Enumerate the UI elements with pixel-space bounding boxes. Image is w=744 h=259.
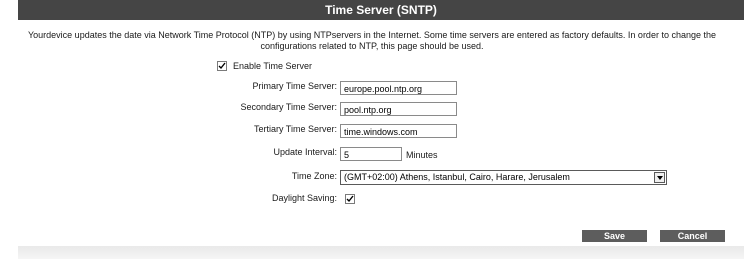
cancel-button[interactable]: Cancel — [660, 230, 725, 242]
primary-server-label: Primary Time Server: — [252, 81, 337, 91]
update-interval-input[interactable]: 5 — [340, 147, 402, 161]
description-line-2: configurations related to NTP, this page… — [260, 41, 484, 51]
description-text: Yourdevice updates the date via Network … — [0, 30, 744, 52]
daylight-saving-label: Daylight Saving: — [271, 193, 337, 203]
checkmark-icon — [218, 62, 226, 70]
time-zone-value: (GMT+02:00) Athens, Istanbul, Cairo, Har… — [344, 172, 570, 182]
tertiary-server-label: Tertiary Time Server: — [253, 124, 337, 134]
primary-server-input[interactable]: europe.pool.ntp.org — [340, 81, 457, 95]
enable-time-server-label: Enable Time Server — [233, 61, 313, 71]
update-interval-label: Update Interval: — [273, 147, 337, 157]
save-button[interactable]: Save — [582, 230, 647, 242]
page-title: Time Server (SNTP) — [325, 3, 437, 17]
chevron-down-icon[interactable] — [654, 172, 665, 183]
secondary-server-label: Secondary Time Server: — [240, 102, 337, 112]
secondary-server-input[interactable]: pool.ntp.org — [340, 102, 457, 116]
left-margin — [0, 20, 18, 259]
time-zone-select[interactable]: (GMT+02:00) Athens, Istanbul, Cairo, Har… — [340, 170, 667, 185]
panel-footer-shade — [18, 246, 744, 259]
checkmark-icon — [346, 195, 354, 203]
update-interval-unit: Minutes — [406, 150, 438, 160]
time-zone-label: Time Zone: — [291, 171, 337, 181]
tertiary-server-input[interactable]: time.windows.com — [340, 124, 457, 138]
enable-time-server-checkbox[interactable] — [217, 61, 227, 71]
description-line-1: Yourdevice updates the date via Network … — [27, 30, 716, 40]
daylight-saving-checkbox[interactable] — [345, 194, 355, 204]
